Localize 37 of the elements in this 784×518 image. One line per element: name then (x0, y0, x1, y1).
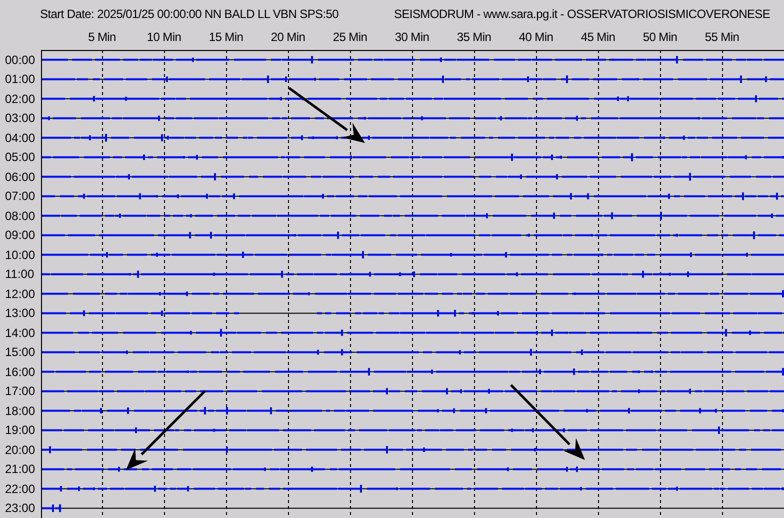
hour-label: 00:00 (5, 52, 36, 69)
hour-label: 22:00 (5, 480, 36, 498)
hour-label: 20:00 (5, 442, 36, 459)
hour-label: 06:00 (5, 168, 36, 186)
minute-label: 55 Min (704, 29, 740, 46)
hour-label: 19:00 (5, 422, 36, 440)
minute-label: 20 Min (270, 29, 306, 46)
minute-label: 45 Min (580, 29, 616, 46)
minute-label: 10 Min (146, 29, 182, 46)
hour-label: 12:00 (5, 286, 36, 303)
hour-label: 04:00 (5, 130, 36, 147)
hour-label: 01:00 (5, 71, 36, 88)
minute-label: 25 Min (332, 29, 368, 46)
start-date: Start Date: 2025/01/25 00:00:00 NN BALD LL VBN SPS:50 (40, 6, 340, 23)
hour-label: 07:00 (5, 188, 36, 206)
minute-label: 30 Min (394, 29, 430, 46)
hour-label: 13:00 (5, 305, 36, 322)
minute-label: 40 Min (518, 29, 554, 46)
hour-label: 09:00 (5, 227, 36, 244)
hour-label: 08:00 (5, 208, 36, 225)
hour-label: 18:00 (5, 402, 36, 420)
hour-label: 16:00 (5, 364, 36, 381)
minute-label: 35 Min (456, 29, 492, 46)
minute-label: 15 Min (208, 29, 244, 46)
hour-label: 05:00 (5, 149, 36, 166)
minute-label: 5 Min (87, 29, 117, 46)
hour-label: 03:00 (5, 110, 36, 128)
minute-label: 50 Min (642, 29, 678, 46)
hour-label: 10:00 (5, 246, 36, 264)
hour-label: 21:00 (5, 461, 36, 478)
hour-label: 02:00 (5, 90, 36, 108)
hour-label: 17:00 (5, 383, 36, 400)
hour-label: 15:00 (5, 344, 36, 362)
hour-label: 11:00 (5, 266, 34, 284)
hour-label: 23:00 (5, 500, 36, 518)
hour-label: 14:00 (5, 324, 36, 342)
chart-title: SEISMODRUM - www.sara.pg.it - OSSERVATORIOSISMICOVERONESE (394, 6, 770, 23)
